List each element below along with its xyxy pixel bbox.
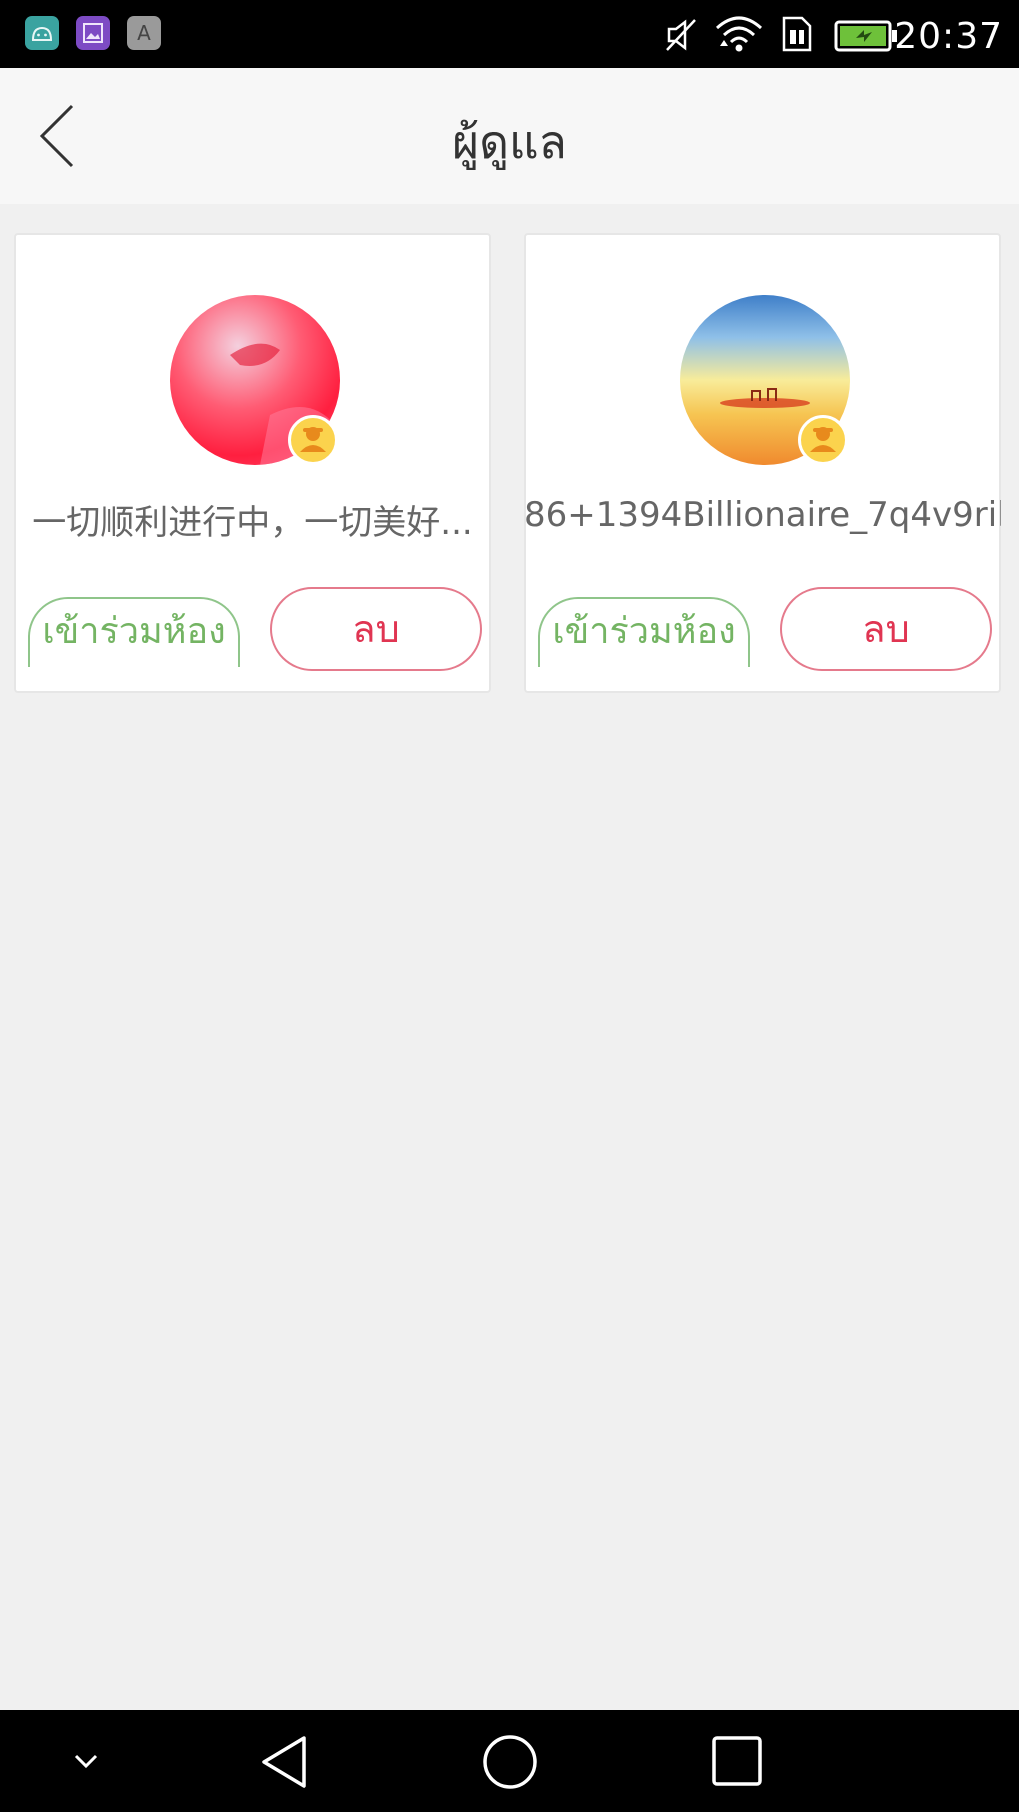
join-room-button[interactable]: เข้าร่วมห้อง (28, 597, 240, 671)
collapse-icon[interactable] (66, 1746, 106, 1776)
status-bar: A 20:37 (0, 0, 1019, 68)
page-title: ผู้ดูแล (452, 115, 567, 169)
admin-card: 一切顺利进行中，一切美好... เข้าร่วมห้อง ลบ (14, 233, 491, 693)
font-icon: A (127, 16, 161, 50)
button-clip (536, 667, 756, 689)
navigation-bar (0, 1710, 1019, 1812)
button-clip (26, 667, 246, 689)
admin-card: 86+1394Billionaire_7q4v9rih เข้าร่วมห้อง… (524, 233, 1001, 693)
delete-button[interactable]: ลบ (780, 587, 992, 671)
join-room-button[interactable]: เข้าร่วมห้อง (538, 597, 750, 671)
recents-square-icon[interactable] (710, 1734, 764, 1788)
app-bar: ผู้ดูแล (0, 68, 1019, 204)
battery-charging-icon (834, 20, 897, 52)
delete-button[interactable]: ลบ (270, 587, 482, 671)
admin-badge-icon (288, 415, 338, 465)
mute-icon (666, 19, 696, 51)
admin-name: 86+1394Billionaire_7q4v9rih (524, 495, 1001, 535)
font-icon-letter: A (137, 21, 151, 45)
android-icon (25, 16, 59, 50)
home-circle-icon[interactable] (480, 1732, 540, 1792)
gallery-icon (76, 16, 110, 50)
wifi-icon (715, 16, 763, 52)
sim-icon (782, 16, 812, 52)
status-time: 20:37 (894, 16, 1003, 57)
admin-badge-icon (798, 415, 848, 465)
back-triangle-icon[interactable] (256, 1732, 312, 1792)
admin-name: 一切顺利进行中，一切美好... (32, 503, 473, 543)
